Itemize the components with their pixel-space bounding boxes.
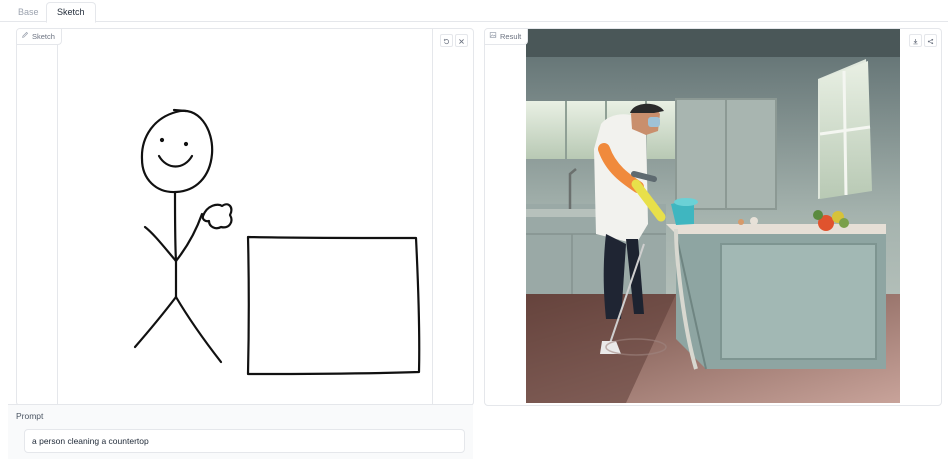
result-panel: Result	[484, 28, 942, 406]
prompt-input[interactable]	[24, 429, 465, 453]
tab-base[interactable]: Base	[8, 3, 49, 21]
undo-button[interactable]	[440, 34, 453, 47]
result-label-badge: Result	[485, 29, 529, 45]
share-icon	[927, 32, 934, 50]
prompt-label: Prompt	[16, 411, 44, 421]
sketch-panel: Sketch	[16, 28, 474, 406]
undo-icon	[443, 32, 450, 50]
image-icon	[489, 29, 497, 44]
download-button[interactable]	[909, 34, 922, 47]
sketch-canvas[interactable]	[57, 29, 433, 404]
share-button[interactable]	[924, 34, 937, 47]
pencil-icon	[21, 29, 29, 44]
tab-sketch[interactable]: Sketch	[46, 2, 96, 23]
download-icon	[912, 32, 919, 50]
sketch-label: Sketch	[32, 32, 55, 41]
clear-button[interactable]	[455, 34, 468, 47]
tab-bar: Base Sketch	[0, 0, 948, 23]
sketch-drawing	[133, 108, 421, 376]
generated-image	[526, 29, 900, 403]
result-label: Result	[500, 32, 522, 41]
sketch-label-badge: Sketch	[17, 29, 62, 45]
tab-divider	[0, 21, 948, 22]
close-icon	[458, 32, 465, 50]
